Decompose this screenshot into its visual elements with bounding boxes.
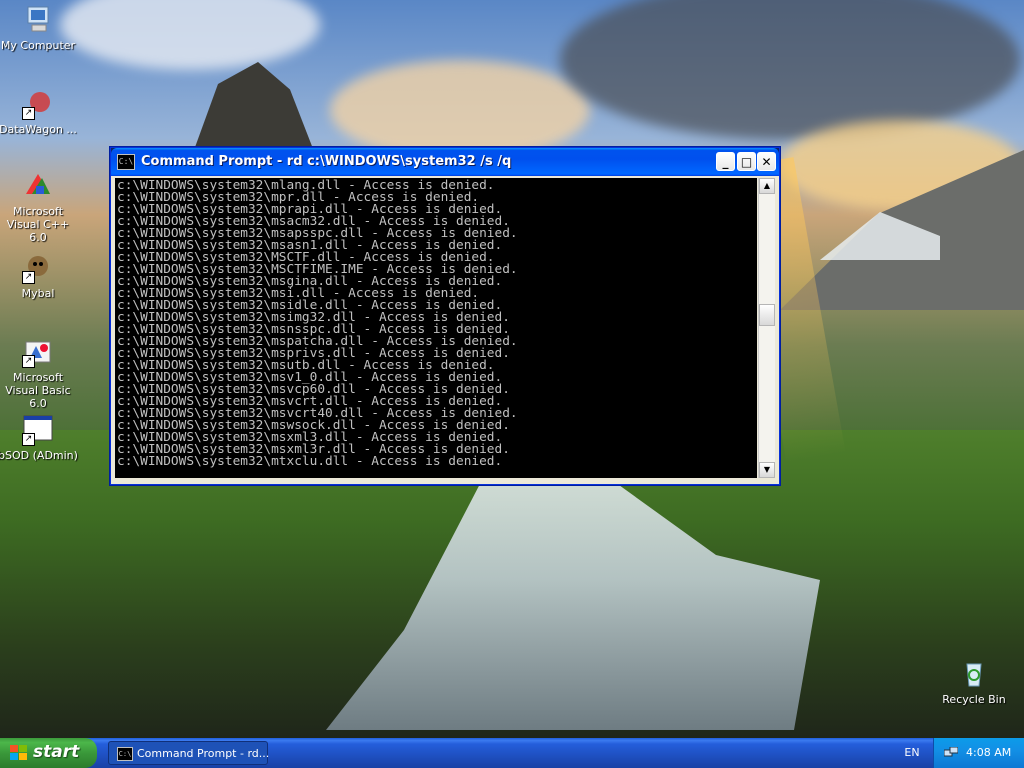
datawagon-shortcut-icon: ↗	[22, 88, 54, 120]
shortcut-arrow-icon: ↗	[22, 271, 35, 284]
shortcut-arrow-icon: ↗	[22, 355, 35, 368]
desktop-icon-datawagon[interactable]: ↗ DataWagon ...	[0, 88, 78, 136]
minimize-button[interactable]: _	[716, 152, 735, 171]
desktop-icon-label: DataWagon ...	[0, 123, 77, 136]
desktop-icon-recycle-bin[interactable]: Recycle Bin	[934, 658, 1014, 706]
bsod-shortcut-icon: ↗	[22, 414, 54, 446]
network-icon[interactable]	[944, 747, 958, 759]
taskbar-item-label: Command Prompt - rd...	[137, 747, 270, 760]
console-line: c:\WINDOWS\system32\mtxclu.dll - Access …	[117, 454, 503, 469]
start-button[interactable]: start	[0, 738, 97, 768]
desktop-icon-visual-cpp[interactable]: Microsoft Visual C++ 6.0	[0, 170, 78, 244]
shortcut-arrow-icon: ↗	[22, 433, 35, 446]
taskbar-item-command-prompt[interactable]: C:\ Command Prompt - rd...	[108, 741, 270, 765]
command-prompt-icon[interactable]: C:\	[117, 154, 135, 170]
taskbar: start C:\ Command Prompt - rd... EN 4:08…	[0, 738, 1024, 768]
language-indicator[interactable]: EN	[896, 738, 928, 768]
windows-logo-icon	[10, 745, 28, 761]
scroll-up-button[interactable]: ▲	[759, 178, 775, 194]
desktop-icon-label: My Computer	[0, 39, 76, 52]
start-label: start	[33, 742, 80, 762]
visual-cpp-icon	[22, 170, 54, 202]
desktop-icon-visual-basic[interactable]: ↗ Microsoft Visual Basic 6.0	[0, 336, 78, 410]
mybal-shortcut-icon: ↗	[22, 252, 54, 284]
computer-icon	[22, 4, 54, 36]
scroll-down-button[interactable]: ▼	[759, 462, 775, 478]
desktop-icon-label: bSOD (ADmin)	[0, 449, 78, 462]
recycle-bin-icon	[958, 658, 990, 690]
window-title: Command Prompt - rd c:\WINDOWS\system32 …	[141, 154, 512, 169]
shortcut-arrow-icon: ↗	[22, 107, 35, 120]
clock[interactable]: 4:08 AM	[966, 746, 1011, 759]
scroll-thumb[interactable]	[759, 304, 775, 326]
maximize-button[interactable]: □	[737, 152, 756, 171]
desktop-icon-bsod[interactable]: ↗ bSOD (ADmin)	[0, 414, 78, 462]
desktop-icon-label: Recycle Bin	[942, 693, 1006, 706]
desktop-icon-label: Microsoft Visual C++ 6.0	[6, 205, 70, 244]
desktop-icon-label: Microsoft Visual Basic 6.0	[5, 371, 71, 410]
visual-basic-icon: ↗	[22, 336, 54, 368]
close-button[interactable]: ✕	[757, 152, 776, 171]
command-prompt-icon: C:\	[117, 747, 133, 761]
vertical-scrollbar[interactable]: ▲ ▼	[758, 178, 775, 478]
window-titlebar[interactable]: C:\ Command Prompt - rd c:\WINDOWS\syste…	[111, 148, 779, 176]
desktop-icon-my-computer[interactable]: My Computer	[0, 4, 78, 52]
desktop-icon-mybal[interactable]: ↗ Mybal	[0, 252, 78, 300]
command-prompt-window[interactable]: C:\ Command Prompt - rd c:\WINDOWS\syste…	[110, 147, 780, 485]
console-output[interactable]: c:\WINDOWS\system32\mlang.dll - Access i…	[115, 178, 757, 478]
desktop-icon-label: Mybal	[21, 287, 55, 300]
system-tray: 4:08 AM	[933, 738, 1024, 768]
